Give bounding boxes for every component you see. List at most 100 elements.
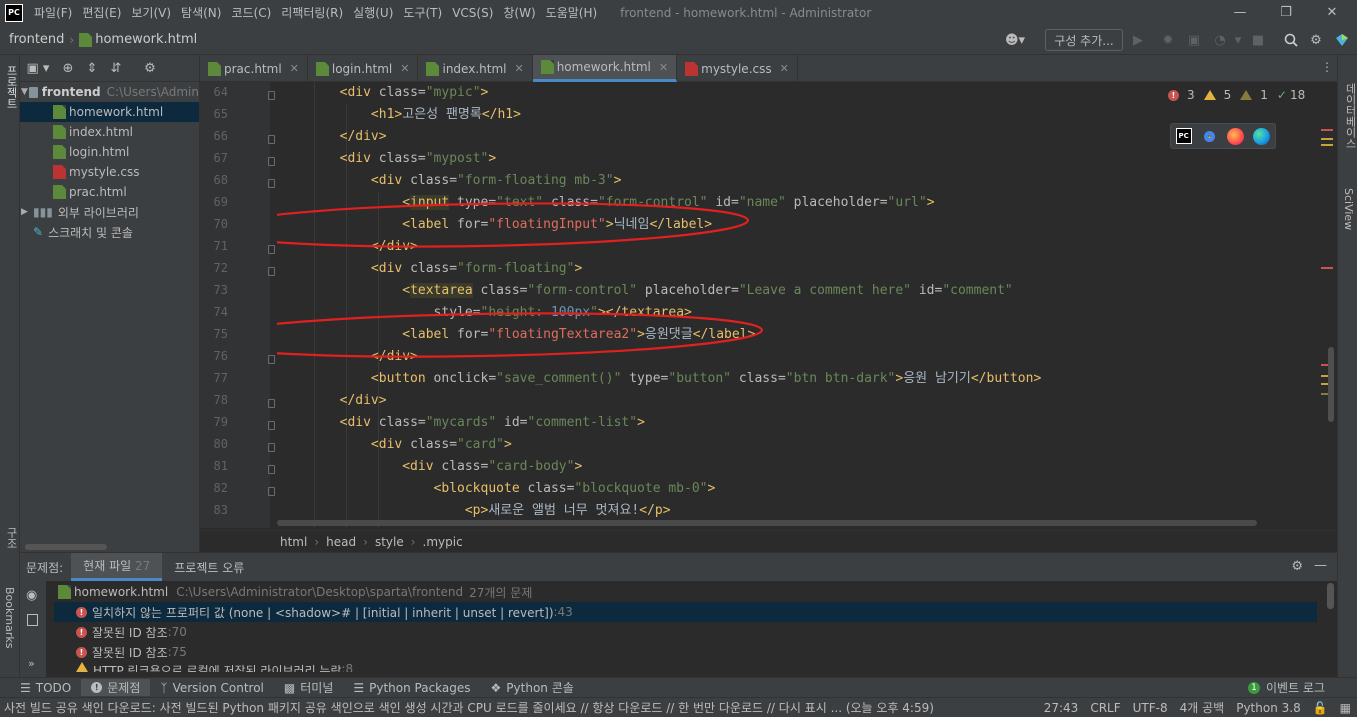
python-interpreter[interactable]: Python 3.8 [1230, 701, 1307, 715]
update-icon[interactable] [1332, 30, 1352, 50]
restore-icon[interactable]: ❐ [1263, 0, 1309, 25]
firefox-icon[interactable] [1227, 127, 1245, 145]
breadcrumb-file[interactable]: homework.html [95, 32, 197, 47]
menu-vcs[interactable]: VCS(S) [447, 6, 498, 20]
error-stripe[interactable] [1317, 82, 1337, 528]
tabs-menu-icon[interactable]: ⋮ [1321, 60, 1333, 74]
user-icon[interactable]: ☻▾ [1001, 30, 1029, 50]
fold-marker-icon[interactable] [268, 179, 275, 188]
toolwin-problems[interactable]: ! 문제점 [81, 679, 151, 696]
eye-icon[interactable]: ◉ [26, 588, 37, 603]
toolwin-event-log[interactable]: 1 이벤트 로그 [1238, 679, 1335, 696]
coverage-icon[interactable]: ▣ [1184, 30, 1204, 50]
project-hscrollbar[interactable] [25, 544, 107, 550]
sciview-tool-label[interactable]: SciView [1342, 188, 1355, 230]
fold-marker-icon[interactable] [268, 91, 275, 100]
editor-hscrollbar[interactable] [277, 520, 1257, 526]
menu-help[interactable]: 도움말(H) [541, 4, 603, 21]
stop-icon[interactable]: ■ [1248, 30, 1268, 50]
more-icon[interactable]: » [28, 657, 35, 670]
close-tab-icon[interactable]: ✕ [400, 62, 409, 75]
database-tool-label[interactable]: 데이터베이스 [1342, 83, 1357, 149]
preview-icon[interactable] [27, 614, 38, 626]
settings-gear-icon[interactable]: ⚙ [1306, 30, 1326, 50]
close-tab-icon[interactable]: ✕ [780, 62, 789, 75]
pycharm-browser-icon[interactable]: PC [1175, 128, 1192, 144]
tab-current-file[interactable]: 현재 파일 27 [71, 553, 163, 581]
bookmarks-tool-label[interactable]: Bookmarks [3, 587, 16, 648]
warning-marker[interactable] [1321, 138, 1333, 140]
menu-edit[interactable]: 편집(E) [77, 4, 126, 21]
code-crumb-style[interactable]: style [375, 535, 404, 549]
tree-file-homework[interactable]: homework.html [20, 102, 199, 122]
project-settings-gear-icon[interactable]: ⚙ [138, 61, 162, 76]
project-view-icon[interactable]: ▣ ▾ [20, 61, 56, 76]
minimize-icon[interactable]: — [1217, 0, 1263, 25]
toolwin-terminal[interactable]: ▩ 터미널 [274, 679, 343, 696]
close-tab-icon[interactable]: ✕ [659, 61, 668, 74]
tree-scratches[interactable]: ✎ 스크래치 및 콘솔 [20, 222, 199, 242]
search-icon[interactable] [1281, 30, 1301, 50]
tree-root[interactable]: ▼ frontend C:\Users\Admin [20, 82, 199, 102]
memory-icon[interactable]: ▦ [1334, 701, 1357, 715]
tab-homework[interactable]: homework.html ✕ [532, 55, 678, 82]
fold-marker-icon[interactable] [268, 355, 275, 364]
problem-row[interactable]: ! 잘못된 ID 참조 :75 [54, 642, 1317, 662]
tree-file-mystyle[interactable]: mystyle.css [20, 162, 199, 182]
line-separator[interactable]: CRLF [1084, 701, 1126, 715]
fold-marker-icon[interactable] [268, 465, 275, 474]
tree-external-libraries[interactable]: ▶ ▮▮▮ 외부 라이브러리 [20, 202, 199, 222]
caret-position[interactable]: 27:43 [1038, 701, 1085, 715]
indent-setting[interactable]: 4개 공백 [1174, 699, 1231, 716]
chrome-icon[interactable] [1200, 127, 1218, 145]
toolwin-todo[interactable]: ☰ TODO [0, 681, 81, 695]
error-marker[interactable] [1321, 267, 1333, 269]
fold-marker-icon[interactable] [268, 245, 275, 254]
close-tab-icon[interactable]: ✕ [514, 62, 523, 75]
file-encoding[interactable]: UTF-8 [1127, 701, 1174, 715]
debug-icon[interactable]: ✹ [1158, 30, 1178, 50]
fold-marker-icon[interactable] [268, 443, 275, 452]
problem-row[interactable]: ! 잘못된 ID 참조 :70 [54, 622, 1317, 642]
fold-marker-icon[interactable] [268, 135, 275, 144]
toolwin-python-packages[interactable]: ☰ Python Packages [343, 681, 480, 695]
menu-refactor[interactable]: 리팩터링(R) [276, 4, 348, 21]
add-configuration-button[interactable]: 구성 추가... [1045, 29, 1123, 51]
profile-icon[interactable]: ◔ [1210, 30, 1230, 50]
problems-vscrollbar[interactable] [1327, 583, 1334, 609]
expand-all-icon[interactable]: ⇕ [80, 61, 104, 76]
collapse-all-icon[interactable]: ⇵ [104, 61, 128, 76]
breadcrumb-project[interactable]: frontend [9, 32, 64, 47]
problem-row[interactable]: HTTP 링크용으로 로컬에 저장된 라이브러리 누락 :8 [54, 662, 1317, 672]
menu-file[interactable]: 파일(F) [29, 4, 77, 21]
tree-file-prac[interactable]: prac.html [20, 182, 199, 202]
project-tool-label[interactable]: 프로젝트 [3, 65, 19, 109]
menu-navigate[interactable]: 탐색(N) [176, 4, 226, 21]
close-icon[interactable]: ✕ [1309, 0, 1355, 25]
menu-code[interactable]: 코드(C) [226, 4, 276, 21]
dropdown-icon[interactable]: ▾ [1228, 30, 1248, 50]
toolwin-python-console[interactable]: ❖ Python 콘솔 [481, 679, 584, 696]
editor-vscrollbar[interactable] [1328, 347, 1334, 422]
fold-marker-icon[interactable] [268, 399, 275, 408]
run-icon[interactable]: ▶ [1128, 30, 1148, 50]
error-marker[interactable] [1321, 129, 1333, 131]
problems-file-row[interactable]: homework.html C:\Users\Administrator\Des… [54, 582, 1317, 602]
tab-index[interactable]: index.html ✕ [418, 55, 533, 82]
tab-project-errors[interactable]: 프로젝트 오류 [162, 553, 256, 581]
tab-prac[interactable]: prac.html ✕ [200, 55, 308, 82]
menu-view[interactable]: 보기(V) [126, 4, 176, 21]
inspection-widget[interactable]: !3 5 1 ✓18 ˄ ˅ [1168, 88, 1317, 102]
problems-settings-gear-icon[interactable]: ⚙ [1291, 559, 1303, 574]
tree-file-index[interactable]: index.html [20, 122, 199, 142]
code-crumb-html[interactable]: html [280, 535, 307, 549]
code-crumb-selector[interactable]: .mypic [423, 535, 463, 549]
menu-tools[interactable]: 도구(T) [398, 4, 447, 21]
lock-icon[interactable]: 🔓 [1307, 701, 1334, 715]
fold-marker-icon[interactable] [268, 157, 275, 166]
close-tab-icon[interactable]: ✕ [290, 62, 299, 75]
fold-marker-icon[interactable] [268, 421, 275, 430]
code-crumb-head[interactable]: head [326, 535, 356, 549]
tab-mystyle[interactable]: mystyle.css ✕ [677, 55, 798, 82]
fold-marker-icon[interactable] [268, 267, 275, 276]
